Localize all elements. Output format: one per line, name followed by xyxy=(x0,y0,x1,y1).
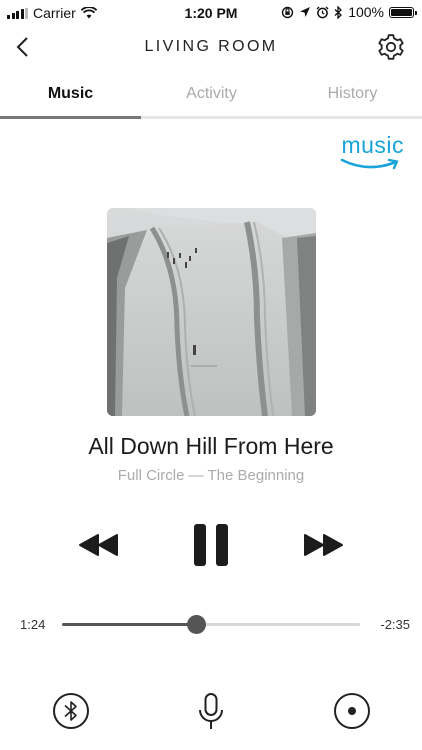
microphone-icon xyxy=(199,693,223,729)
tab-music[interactable]: Music xyxy=(0,76,141,114)
bottom-actions xyxy=(0,690,422,734)
battery-percent: 100% xyxy=(348,4,384,20)
tab-indicator xyxy=(0,116,141,119)
alarm-icon xyxy=(316,6,329,18)
progress-knob[interactable] xyxy=(186,615,206,634)
fast-forward-icon xyxy=(304,534,343,556)
bluetooth-status-icon xyxy=(334,5,343,19)
nav-header: LIVING ROOM xyxy=(0,26,422,70)
smile-arrow-icon xyxy=(340,158,399,170)
pause-icon xyxy=(194,524,228,566)
fast-forward-button[interactable] xyxy=(302,533,344,557)
status-right: 100% xyxy=(281,4,417,20)
record-icon xyxy=(334,693,370,729)
track-subtitle: Full Circle — The Beginning xyxy=(117,467,305,484)
bluetooth-icon xyxy=(53,693,89,729)
microphone-button[interactable] xyxy=(197,692,225,732)
gear-icon xyxy=(378,34,404,60)
rotation-lock-icon xyxy=(281,6,294,18)
rewind-button[interactable] xyxy=(78,533,120,557)
rewind-icon xyxy=(79,534,118,556)
elapsed-time: 1:24 xyxy=(20,617,46,632)
album-art xyxy=(107,208,316,416)
music-service-logo: music xyxy=(334,132,404,176)
location-icon xyxy=(300,7,311,17)
page-title: LIVING ROOM xyxy=(144,38,278,55)
remaining-time: -2:35 xyxy=(380,617,410,632)
pause-button[interactable] xyxy=(193,523,229,567)
settings-button[interactable] xyxy=(374,30,408,64)
playback-progress: 1:24 -2:35 xyxy=(0,612,422,638)
bluetooth-button[interactable] xyxy=(52,692,90,730)
music-service-wordmark: music xyxy=(341,132,404,158)
track-title: All Down Hill From Here xyxy=(88,433,334,459)
record-button[interactable] xyxy=(333,692,371,730)
tab-activity[interactable]: Activity xyxy=(141,76,282,114)
progress-bar[interactable] xyxy=(62,615,360,634)
battery-icon xyxy=(389,6,417,18)
transport-controls xyxy=(0,520,422,570)
tab-history[interactable]: History xyxy=(282,76,422,114)
progress-fill xyxy=(62,623,197,626)
status-bar: Carrier 1:20 PM 100% xyxy=(0,0,422,26)
tab-bar: Music Activity History xyxy=(0,76,422,119)
